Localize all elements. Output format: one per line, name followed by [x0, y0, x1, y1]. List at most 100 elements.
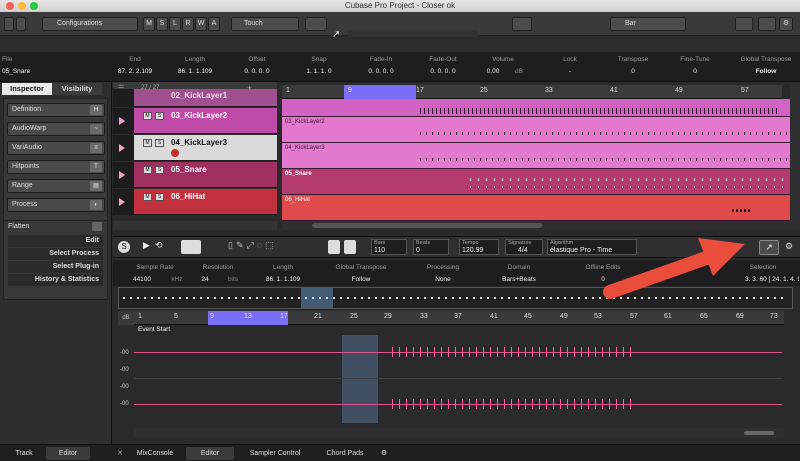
- event-lane[interactable]: [282, 99, 790, 117]
- lower-zone-toggle[interactable]: [16, 17, 26, 31]
- left-zone-toggle[interactable]: [4, 17, 14, 31]
- flatten-button[interactable]: [92, 222, 102, 231]
- close-lower-zone-icon[interactable]: ✕: [114, 447, 126, 460]
- mode-a-button[interactable]: A: [208, 17, 220, 31]
- history-statistics-menu[interactable]: History & Statistics: [8, 274, 103, 286]
- event-lane[interactable]: 06_HiHat: [282, 195, 790, 221]
- vertical-scrollbar[interactable]: [790, 85, 800, 230]
- info-volume-value[interactable]: 0.00: [478, 68, 508, 75]
- info-lock-value[interactable]: -: [545, 68, 595, 75]
- event-lane[interactable]: 04_KickLayer3: [282, 143, 790, 169]
- snap-mode-button[interactable]: [181, 240, 201, 254]
- track-expand-icon[interactable]: [119, 117, 125, 125]
- play-icon[interactable]: ▶: [143, 240, 153, 254]
- right-zone-button[interactable]: [758, 17, 776, 31]
- signature-value[interactable]: 4/4: [518, 247, 528, 254]
- hitpoint-button[interactable]: [328, 240, 340, 254]
- info-length-value[interactable]: 86. 1. 1.109: [170, 68, 220, 75]
- tempo-value[interactable]: 120.99: [462, 247, 483, 254]
- gear-icon[interactable]: ⚙: [779, 17, 793, 31]
- mode-m-button[interactable]: M: [143, 17, 155, 31]
- tab-track[interactable]: Track: [2, 447, 46, 460]
- record-enable-button[interactable]: [171, 149, 179, 157]
- info-snap-value[interactable]: 1. 1. 1. 0: [294, 68, 344, 75]
- section-audiowarp[interactable]: AudioWarp ~: [7, 122, 105, 136]
- edit-mode-button[interactable]: [305, 17, 327, 31]
- close-window-button[interactable]: [6, 2, 14, 10]
- tab-chord-pads[interactable]: Chord Pads: [318, 447, 372, 460]
- tool-icons[interactable]: ▯✎⤢◌⬚: [228, 240, 318, 254]
- track-row[interactable]: 02_KickLayer1: [113, 89, 277, 107]
- mute-button[interactable]: M: [143, 193, 152, 201]
- track-expand-icon[interactable]: [119, 144, 125, 152]
- section-process[interactable]: Process ◐: [7, 198, 105, 212]
- bars-field[interactable]: Bars 110: [371, 239, 407, 255]
- track-expand-icon[interactable]: [119, 171, 125, 179]
- mode-w-button[interactable]: W: [195, 17, 207, 31]
- grid-type-dropdown[interactable]: Bar: [610, 17, 686, 31]
- event-lane[interactable]: 03_KickLayer2: [282, 117, 790, 143]
- selection-range[interactable]: [342, 335, 378, 423]
- waveform-display[interactable]: [134, 335, 782, 423]
- info-file-value[interactable]: 05_Snare: [0, 68, 40, 75]
- tab-editor-left[interactable]: Editor: [46, 447, 90, 460]
- track-row[interactable]: M S 03_KickLayer2: [113, 108, 277, 134]
- track-name[interactable]: 05_Snare: [171, 165, 207, 174]
- track-row[interactable]: M S 04_KickLayer3: [113, 135, 277, 161]
- select-process-menu[interactable]: Select Process: [8, 248, 103, 260]
- open-in-window-button[interactable]: ↗: [759, 240, 779, 255]
- project-ruler[interactable]: 1 9 17 25 33 41 49 57: [282, 85, 782, 99]
- zoom-slider[interactable]: [744, 431, 774, 435]
- track-name[interactable]: 06_HiHat: [171, 192, 205, 201]
- lower-zone-gear-icon[interactable]: ⚙: [378, 447, 390, 460]
- editor-settings-gear-icon[interactable]: ⚙: [785, 241, 795, 253]
- track-name[interactable]: 03_KickLayer2: [171, 111, 227, 120]
- solo-button[interactable]: S: [155, 139, 164, 147]
- loop-icon[interactable]: ⟲: [155, 240, 169, 254]
- select-plugin-menu[interactable]: Select Plug-in: [8, 261, 103, 273]
- snap-toggle-button[interactable]: [512, 17, 532, 31]
- solo-button[interactable]: S: [155, 193, 164, 201]
- bars-value[interactable]: 110: [374, 247, 385, 254]
- solo-editor-icon[interactable]: S: [118, 241, 130, 253]
- info-fade-in-value[interactable]: 0. 0. 0. 0: [356, 68, 406, 75]
- minimize-window-button[interactable]: [18, 2, 26, 10]
- beats-value[interactable]: 0: [416, 247, 420, 254]
- info-end-value[interactable]: 87. 2. 2.109: [110, 68, 160, 75]
- automation-mode-dropdown[interactable]: Touch: [231, 17, 299, 31]
- warp-button[interactable]: [344, 240, 356, 254]
- configurations-dropdown[interactable]: Configurations: [42, 17, 138, 31]
- section-hitpoints[interactable]: Hitpoints T: [7, 160, 105, 174]
- edit-menu[interactable]: Edit: [8, 235, 103, 247]
- mode-r-button[interactable]: R: [182, 17, 194, 31]
- solo-button[interactable]: S: [155, 166, 164, 174]
- info-fade-out-value[interactable]: 0. 0. 0. 0: [418, 68, 468, 75]
- section-variaudio[interactable]: VariAudio ≡: [7, 141, 105, 155]
- tab-inspector[interactable]: Inspector: [2, 83, 52, 95]
- signature-field[interactable]: Signature 4/4: [505, 239, 543, 255]
- info-fine-tune-value[interactable]: 0: [670, 68, 720, 75]
- section-definition[interactable]: Definition H: [7, 103, 105, 117]
- section-range[interactable]: Range ▤: [7, 179, 105, 193]
- domain-value[interactable]: Bars+Beats: [489, 276, 549, 283]
- mode-s-button[interactable]: S: [156, 17, 168, 31]
- mute-button[interactable]: M: [143, 112, 152, 120]
- zoom-window-button[interactable]: [30, 2, 38, 10]
- mute-button[interactable]: M: [143, 166, 152, 174]
- tab-sampler-control[interactable]: Sampler Control: [240, 447, 310, 460]
- track-name[interactable]: 02_KickLayer1: [171, 91, 227, 100]
- info-global-transpose-value[interactable]: Follow: [735, 68, 797, 75]
- tempo-field[interactable]: Tempo 120.99: [459, 239, 499, 255]
- scroll-thumb[interactable]: [312, 223, 542, 228]
- selection-value[interactable]: 3. 3. 60 [ 24. 1. 4. 94 - 26.: [745, 276, 799, 283]
- track-row[interactable]: M S 06_HiHat: [113, 189, 277, 215]
- info-offset-value[interactable]: 0. 0. 0. 0: [232, 68, 282, 75]
- tab-mixconsole[interactable]: MixConsole: [130, 447, 180, 460]
- event-lane[interactable]: 05_Snare: [282, 169, 790, 195]
- mute-button[interactable]: M: [143, 139, 152, 147]
- project-scrollbar[interactable]: [282, 221, 790, 230]
- solo-button[interactable]: S: [155, 112, 164, 120]
- editor-scrollbar[interactable]: [134, 428, 784, 438]
- tab-visibility[interactable]: Visibility: [52, 83, 102, 95]
- tab-editor[interactable]: Editor: [186, 447, 234, 460]
